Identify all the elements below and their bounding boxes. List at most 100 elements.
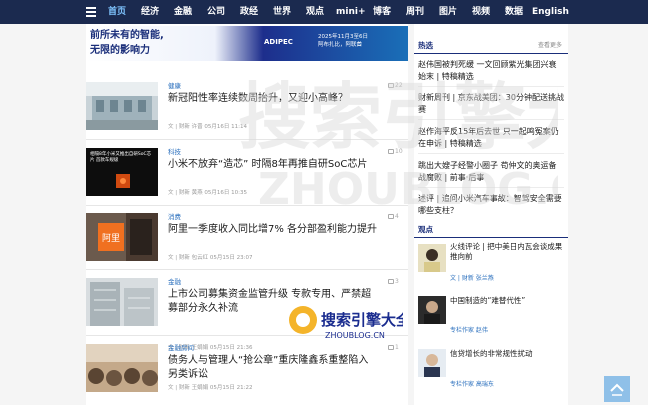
comment-icon [388,279,394,284]
opinion-author[interactable]: 专栏作家 高瑞东 [450,381,494,389]
divider [418,119,564,120]
sidebar: 热选 查看更多 赵伟国被判死缓 一文回顾紫光集团兴衰始末 | 特稿精选 财新周刊… [414,24,568,405]
news-item[interactable]: 金融 上市公司募集资金监管升级 专款专用、严禁超募部分永久补流 文 | 财新 王… [86,278,408,351]
main-feed: 前所未有的智能, 无限的影响力 ADIPEC 2025年11月3至6日 阿布扎比… [86,24,408,405]
article-thumbnail[interactable] [86,278,158,326]
news-item[interactable]: 阿里 消费 阿里一季度收入同比增7% 各分部盈利能力提升 文 | 财新 包云红 … [86,213,408,273]
nav-item-video[interactable]: 视频 [472,5,490,19]
comment-icon [388,149,394,154]
opinion-author[interactable]: 文 | 财新 张兰燕 [450,275,494,283]
news-item[interactable]: 相隔8年小米又推出自研SoC芯片 首款车规级 科技 小米不放弃“造芯” 时隔8年… [86,148,408,208]
opinion-headline[interactable]: 信贷增长的非常规性扰动 [450,349,564,359]
divider [418,187,564,188]
comment-icon [388,214,394,219]
opinion-author[interactable]: 专栏作家 赵伟 [450,327,488,335]
article-meta: 文 | 财新 黄燕 05月16日 10:35 [168,190,247,196]
article-category[interactable]: 科技 [168,148,181,157]
hot-item[interactable]: 赵伟国被判死缓 一文回顾紫光集团兴衰始末 | 特稿精选 [418,59,564,83]
nav-item-mini[interactable]: mini+ [336,5,366,19]
comment-count[interactable]: 1 [388,344,399,352]
nav-item-blog[interactable]: 博客 [373,5,391,19]
columnist-portrait [418,349,446,377]
nav-item-world[interactable]: 世界 [273,5,291,19]
avatar[interactable] [418,244,446,272]
motorcycles-photo [86,344,158,392]
divider [418,86,564,87]
article-category[interactable]: 金融 [168,278,181,287]
nav-item-weekly[interactable]: 周刊 [406,5,424,19]
article-meta: 文 | 财新 包云红 05月15日 23:07 [168,255,253,261]
thumbnail-caption: 相隔8年小米又推出自研SoC芯片 首款车规级 [90,152,152,163]
ad-banner[interactable]: 前所未有的智能, 无限的影响力 ADIPEC 2025年11月3至6日 阿布扎比… [86,26,408,61]
page: 首页 经济 金融 公司 政经 世界 观点 mini+ 博客 周刊 图片 视频 数… [0,0,648,405]
banner-logo: ADIPEC [264,38,293,46]
opinion-headline[interactable]: 火线评论 | 把中美日内瓦会谈成果推向前 [450,242,564,262]
nav-item-finance[interactable]: 金融 [174,5,192,19]
banner-subheadline: 无限的影响力 [90,45,150,56]
article-title[interactable]: 上市公司募集资金监管升级 专款专用、严禁超募部分永久补流 [168,288,378,316]
comment-count-value: 22 [395,82,403,89]
section-rule [414,53,568,54]
comment-count-value: 10 [395,148,403,155]
comment-icon [388,345,394,350]
hot-item[interactable]: 财新周刊 | 京东战美团：30分钟配送挑战赛 [418,92,564,116]
columnist-portrait [418,244,446,272]
news-item[interactable]: 健康 新冠阳性率连续数周抬升，又迎小高峰？ 文 | 财新 许晋 05月16日 1… [86,82,408,142]
article-thumbnail[interactable] [86,82,158,130]
view-more-link[interactable]: 查看更多 [538,41,562,51]
nav-item-photos[interactable]: 图片 [439,5,457,19]
section-rule [414,237,568,238]
opinion-title: 观点 [418,225,433,234]
top-navigation: 首页 经济 金融 公司 政经 世界 观点 mini+ 博客 周刊 图片 视频 数… [0,0,648,24]
article-thumbnail[interactable]: 阿里 [86,213,158,261]
article-category[interactable]: 健康 [168,82,181,91]
article-title[interactable]: 小米不放弃“造芯” 时隔8年再推自研SoC芯片 [168,158,378,172]
divider [418,153,564,154]
article-thumbnail[interactable] [86,344,158,392]
hot-item[interactable]: 跳出大嫂子经警小圈子 苟仲文的奥运备战腐败 | 前事·后事 [418,160,564,184]
svg-text:阿里: 阿里 [102,233,120,244]
article-thumbnail[interactable]: 相隔8年小米又推出自研SoC芯片 首款车规级 [86,148,158,196]
hospital-photo [86,82,158,130]
banner-date: 2025年11月3至6日 [318,34,368,40]
nav-item-economy[interactable]: 经济 [141,5,159,19]
article-title[interactable]: 债务人与管理人“抢公章”重庆隆鑫系重整陷入另类诉讼 [168,354,378,382]
banner-headline: 前所未有的智能, [90,30,164,41]
divider [86,139,408,140]
nav-item-politics[interactable]: 政经 [240,5,258,19]
comment-count[interactable]: 3 [388,278,399,286]
columnist-portrait [418,296,446,324]
hamburger-icon[interactable] [86,7,96,17]
hot-item[interactable]: 述评 | 追问小米汽车事故：智驾安全需要哪些支柱？ [418,193,564,217]
divider [86,205,408,206]
article-title[interactable]: 阿里一季度收入同比增7% 各分部盈利能力提升 [168,223,378,237]
nav-item-companies[interactable]: 公司 [207,5,225,19]
article-category[interactable]: 金融房间 [168,344,194,353]
office-building-photo [86,278,158,326]
comment-count[interactable]: 4 [388,213,399,221]
divider [86,335,408,336]
article-meta: 文 | 财新 许晋 05月16日 11:14 [168,124,247,130]
comment-count[interactable]: 10 [388,148,403,156]
nav-item-english[interactable]: English [532,5,569,19]
comment-count-value: 1 [395,344,399,351]
article-meta: 文 | 财新 王娟娟 05月15日 21:22 [168,385,253,391]
comment-count[interactable]: 22 [388,82,403,90]
article-category[interactable]: 消费 [168,213,181,222]
nav-item-opinion[interactable]: 观点 [306,5,324,19]
article-title[interactable]: 新冠阳性率连续数周抬升，又迎小高峰？ [168,92,378,106]
comment-count-value: 3 [395,278,399,285]
alibaba-photo: 阿里 [86,213,158,261]
hot-picks-title: 热选 [418,41,433,50]
back-to-top-button[interactable] [604,376,630,402]
banner-location: 阿布扎比，阿联酋 [318,42,363,48]
avatar[interactable] [418,296,446,324]
news-item[interactable]: 金融房间 债务人与管理人“抢公章”重庆隆鑫系重整陷入另类诉讼 文 | 财新 王娟… [86,344,408,404]
comment-icon [388,83,394,88]
opinion-headline[interactable]: 中国制造的“难替代性” [450,296,564,306]
nav-item-data[interactable]: 数据 [505,5,523,19]
avatar[interactable] [418,349,446,377]
hot-item[interactable]: 赵作海平反15年后去世 只一起鸣冤案仍在申诉 | 特稿精选 [418,126,564,150]
divider [86,269,408,270]
nav-item-home[interactable]: 首页 [108,5,126,19]
